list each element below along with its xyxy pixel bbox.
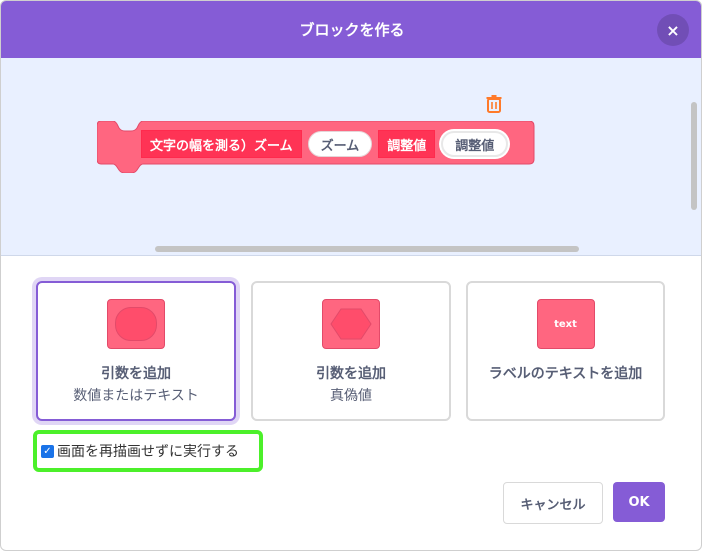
block-input-adjust[interactable]: 調整値 xyxy=(441,131,509,157)
make-block-dialog: ブロックを作る × 文字の幅を測る）ズーム ズーム 調整値 調整値 引数を追加 … xyxy=(0,0,702,551)
block-input-zoom[interactable]: ズーム xyxy=(307,131,373,157)
custom-block[interactable]: 文字の幅を測る）ズーム ズーム 調整値 調整値 xyxy=(97,121,535,173)
boolean-input-icon xyxy=(322,299,380,349)
card-subtitle: 真偽値 xyxy=(330,388,372,404)
run-without-refresh-option[interactable]: ✓ 画面を再描画せずに実行する xyxy=(33,430,263,472)
card-subtitle: 数値またはテキスト xyxy=(73,388,199,404)
run-without-refresh-label: 画面を再描画せずに実行する xyxy=(57,444,239,460)
add-input-boolean-card[interactable]: 引数を追加 真偽値 xyxy=(251,281,451,421)
block-segments: 文字の幅を測る）ズーム ズーム 調整値 調整値 xyxy=(141,129,509,159)
block-label-adjust[interactable]: 調整値 xyxy=(378,130,436,158)
horizontal-scrollbar[interactable] xyxy=(155,246,579,252)
run-without-refresh-checkbox[interactable]: ✓ xyxy=(41,444,54,458)
block-label-text[interactable]: 文字の幅を測る）ズーム xyxy=(141,130,302,158)
add-input-number-text-card[interactable]: 引数を追加 数値またはテキスト xyxy=(36,281,236,421)
card-title: 引数を追加 xyxy=(101,366,171,382)
ok-button[interactable]: OK xyxy=(613,482,665,522)
add-label-text-card[interactable]: text ラベルのテキストを追加 xyxy=(466,281,665,421)
dialog-header: ブロックを作る × xyxy=(1,1,701,58)
text-label-icon-text: text xyxy=(554,318,577,330)
trash-icon[interactable] xyxy=(486,95,502,113)
dialog-title: ブロックを作る xyxy=(299,21,405,39)
close-icon: × xyxy=(666,20,680,40)
rounded-input-icon xyxy=(107,299,165,349)
close-button[interactable]: × xyxy=(657,14,689,46)
vertical-scrollbar[interactable] xyxy=(691,102,697,210)
checkmark-icon: ✓ xyxy=(43,445,52,457)
card-title: 引数を追加 xyxy=(316,366,386,382)
text-label-icon: text xyxy=(536,299,595,349)
block-workspace[interactable]: 文字の幅を測る）ズーム ズーム 調整値 調整値 xyxy=(1,58,701,256)
cancel-button[interactable]: キャンセル xyxy=(503,482,603,524)
card-title: ラベルのテキストを追加 xyxy=(488,366,643,382)
